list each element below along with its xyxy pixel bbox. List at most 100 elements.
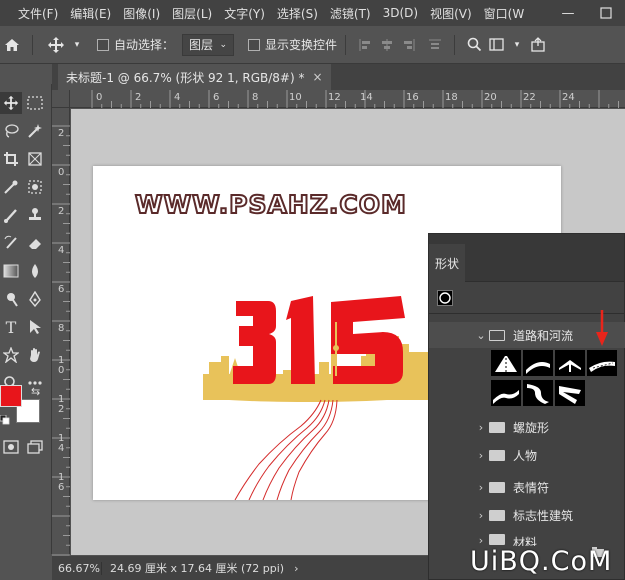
ruler-label: 0 — [96, 92, 103, 103]
workspace-icon[interactable] — [485, 38, 507, 51]
quick-mask-icon[interactable] — [0, 436, 22, 458]
screen-mode-icon[interactable] — [24, 436, 46, 458]
ruler-label: 20 — [484, 92, 497, 103]
foreground-color-swatch[interactable] — [0, 385, 22, 407]
shape-thumb-road-1[interactable] — [491, 350, 521, 376]
object-select-icon[interactable] — [24, 176, 46, 198]
shape-group-people[interactable]: › 人物 — [429, 442, 625, 468]
swap-colors-icon[interactable]: ⇆ — [31, 385, 40, 398]
menu-3d[interactable]: 3D(D) — [377, 6, 424, 20]
horizontal-ruler[interactable]: 0 2 4 6 8 10 12 14 16 18 20 22 24 — [70, 90, 625, 108]
minimize-icon[interactable]: — — [549, 0, 587, 26]
type-tool-icon[interactable]: T — [0, 316, 22, 338]
menu-edit[interactable]: 编辑(E) — [64, 5, 117, 22]
menu-layer[interactable]: 图层(L) — [166, 5, 218, 22]
hand-tool-icon[interactable] — [24, 344, 46, 366]
menu-window[interactable]: 窗口(W — [478, 5, 531, 22]
shape-group-landmarks[interactable]: › 标志性建筑 — [429, 502, 625, 528]
ruler-label: 8 — [58, 323, 65, 334]
chevron-down-icon[interactable]: ▾ — [507, 40, 527, 50]
show-transform-checkbox[interactable] — [248, 38, 261, 51]
gradient-tool-icon[interactable] — [0, 260, 22, 282]
ruler-label: 0 — [58, 167, 65, 178]
tab-shapes[interactable]: 形状 — [429, 244, 465, 282]
menu-view[interactable]: 视图(V) — [424, 5, 478, 22]
ruler-label: 2 — [58, 206, 65, 217]
frame-tool-icon[interactable] — [24, 148, 46, 170]
chevron-right-icon[interactable]: › — [473, 449, 489, 462]
eyedropper-icon[interactable] — [0, 176, 22, 198]
marquee-tool-icon[interactable] — [24, 92, 46, 114]
dodge-tool-icon[interactable] — [0, 288, 22, 310]
custom-shape-icon[interactable] — [0, 344, 22, 366]
ruler-label: 1 0 — [58, 355, 65, 376]
chevron-down-icon[interactable]: ⌄ — [473, 329, 489, 342]
shape-preview-swatch[interactable] — [437, 290, 453, 306]
shape-group-materials[interactable]: › 材料 — [429, 534, 625, 546]
auto-select-target-dropdown[interactable]: 图层 ⌄ — [182, 33, 235, 56]
menu-select[interactable]: 选择(S) — [271, 5, 324, 22]
zoom-level[interactable]: 66.67% — [52, 561, 102, 575]
chevron-right-icon[interactable]: › — [473, 534, 489, 546]
search-icon[interactable] — [463, 37, 485, 52]
shape-thumb-road-6[interactable] — [523, 380, 553, 406]
menu-file[interactable]: 文件(F) — [12, 5, 64, 22]
blur-tool-icon[interactable] — [24, 260, 46, 282]
chevron-down-icon[interactable]: ▾ — [71, 40, 83, 50]
default-colors-icon[interactable] — [0, 413, 10, 425]
align-left-icon[interactable] — [354, 34, 376, 56]
align-right-icon[interactable] — [398, 34, 420, 56]
shape-thumb-road-7[interactable] — [555, 380, 585, 406]
menu-image[interactable]: 图像(I) — [117, 5, 166, 22]
shape-group-emoji[interactable]: › 表情符 — [429, 474, 625, 500]
history-brush-icon[interactable] — [0, 232, 22, 254]
chevron-right-icon[interactable]: › — [473, 421, 489, 434]
options-bar: ▾ 自动选择： 图层 ⌄ 显示变换控件 ▾ — [0, 26, 625, 64]
shape-thumb-road-4[interactable] — [587, 350, 617, 376]
chevron-right-icon[interactable]: › — [473, 481, 489, 494]
stamp-tool-icon[interactable] — [24, 204, 46, 226]
folder-icon — [489, 329, 505, 341]
document-tab[interactable]: 未标题-1 @ 66.7% (形状 92 1, RGB/8#) * × — [58, 64, 331, 90]
menu-type[interactable]: 文字(Y) — [218, 5, 271, 22]
road-lines — [234, 399, 338, 500]
ruler-label: 14 — [360, 92, 373, 103]
auto-select-checkbox[interactable] — [97, 38, 109, 51]
shape-thumb-road-3[interactable] — [555, 350, 585, 376]
align-top-icon[interactable] — [424, 34, 446, 56]
ruler-label: 1 2 — [58, 394, 65, 415]
document-tab-bar: 未标题-1 @ 66.7% (形状 92 1, RGB/8#) * × — [52, 64, 625, 90]
brush-tool-icon[interactable] — [0, 204, 22, 226]
ruler-ticks — [91, 90, 619, 108]
shape-group-label: 人物 — [513, 448, 538, 463]
folder-icon — [489, 509, 505, 521]
shape-group-label: 材料 — [513, 536, 538, 546]
move-tool-icon[interactable] — [41, 36, 71, 54]
divider — [32, 34, 33, 55]
home-icon[interactable] — [0, 37, 24, 53]
status-menu-arrow-icon[interactable]: › — [294, 562, 298, 575]
document-tab-title: 未标题-1 @ 66.7% (形状 92 1, RGB/8#) * — [66, 70, 305, 85]
maximize-icon[interactable] — [587, 0, 625, 26]
path-select-icon[interactable] — [24, 316, 46, 338]
crop-tool-icon[interactable] — [0, 148, 22, 170]
ruler-label: 24 — [562, 92, 575, 103]
align-center-icon[interactable] — [376, 34, 398, 56]
shape-group-label: 螺旋形 — [513, 420, 550, 435]
brand-watermark: UiBQ.CoM — [470, 546, 613, 577]
ruler-label: 2 — [58, 128, 65, 139]
chevron-right-icon[interactable]: › — [473, 509, 489, 522]
menu-filter[interactable]: 滤镜(T) — [324, 5, 377, 22]
magic-wand-icon[interactable] — [24, 120, 46, 142]
shape-thumb-road-5[interactable] — [491, 380, 521, 406]
move-tool-icon[interactable] — [0, 92, 22, 114]
vertical-ruler[interactable]: 2 0 2 4 6 8 1 0 1 2 1 4 1 6 — [52, 108, 70, 556]
shape-group-label: 标志性建筑 — [513, 508, 574, 523]
pen-tool-icon[interactable] — [24, 288, 46, 310]
shape-group-spirals[interactable]: › 螺旋形 — [429, 414, 625, 440]
close-icon[interactable]: × — [312, 70, 322, 84]
shape-thumb-road-2[interactable] — [523, 350, 553, 376]
share-icon[interactable] — [527, 37, 549, 52]
lasso-tool-icon[interactable] — [0, 120, 22, 142]
eraser-tool-icon[interactable] — [24, 232, 46, 254]
